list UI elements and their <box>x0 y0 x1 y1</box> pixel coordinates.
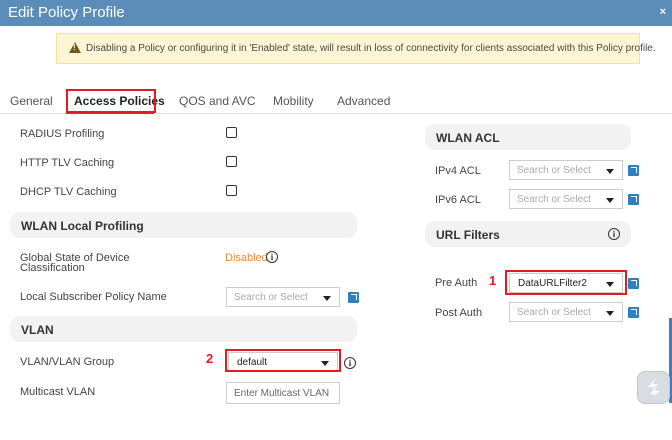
local-subscriber-edit-icon[interactable] <box>348 292 359 303</box>
tab-qos-and-avc[interactable]: QOS and AVC <box>179 94 255 108</box>
pre-auth-label: Pre Auth <box>435 277 478 289</box>
vlan-section-title: VLAN <box>21 323 54 337</box>
pre-auth-highlight <box>505 270 627 295</box>
dhcp-tlv-caching-label: DHCP TLV Caching <box>20 186 117 198</box>
local-subscriber-policy-placeholder: Search or Select <box>234 292 308 303</box>
global-state-label-line2: Classification <box>20 262 85 274</box>
url-filters-title: URL Filters <box>436 228 500 242</box>
warning-message: Disabling a Policy or configuring it in … <box>86 43 656 54</box>
window-title: Edit Policy Profile <box>8 4 125 21</box>
vlan-group-label: VLAN/VLAN Group <box>20 356 115 368</box>
floating-action-button[interactable] <box>637 371 670 404</box>
chevron-down-icon <box>606 311 614 316</box>
ipv4-acl-edit-icon[interactable] <box>628 165 639 176</box>
ipv4-acl-placeholder: Search or Select <box>517 165 591 176</box>
url-filters-section: URL Filters i <box>425 221 631 247</box>
tab-general[interactable]: General <box>10 94 53 108</box>
local-subscriber-policy-select[interactable]: Search or Select <box>226 287 340 307</box>
chevron-down-icon <box>606 198 614 203</box>
chevron-down-icon <box>323 296 331 301</box>
ipv4-acl-select[interactable]: Search or Select <box>509 160 623 180</box>
post-auth-select[interactable]: Search or Select <box>509 302 623 322</box>
tab-advanced[interactable]: Advanced <box>337 94 390 108</box>
multicast-vlan-label: Multicast VLAN <box>20 386 96 398</box>
wlan-local-profiling-section: WLAN Local Profiling <box>10 212 357 238</box>
wlan-acl-section: WLAN ACL <box>425 124 631 150</box>
post-auth-placeholder: Search or Select <box>517 307 591 318</box>
warning-banner: Disabling a Policy or configuring it in … <box>56 33 656 64</box>
annotation-number-1: 1 <box>489 273 497 288</box>
annotation-number-2: 2 <box>206 351 214 366</box>
window-titlebar: Edit Policy Profile × <box>0 0 672 26</box>
ipv6-acl-edit-icon[interactable] <box>628 194 639 205</box>
warning-icon <box>69 42 81 53</box>
wlan-local-profiling-title: WLAN Local Profiling <box>21 219 144 233</box>
ipv4-acl-label: IPv4 ACL <box>435 165 481 177</box>
access-policies-highlight <box>66 89 156 113</box>
radius-profiling-checkbox[interactable] <box>226 127 237 138</box>
wlan-acl-title: WLAN ACL <box>436 131 500 145</box>
layers-icon <box>648 379 660 397</box>
global-state-value: Disabled <box>225 252 268 264</box>
radius-profiling-label: RADIUS Profiling <box>20 128 105 140</box>
ipv6-acl-label: IPv6 ACL <box>435 194 481 206</box>
url-filters-info-icon[interactable]: i <box>608 228 620 240</box>
chevron-down-icon <box>606 169 614 174</box>
pre-auth-edit-icon[interactable] <box>628 278 639 289</box>
vlan-group-info-icon[interactable]: i <box>344 357 356 369</box>
close-icon[interactable]: × <box>660 6 666 18</box>
vlan-group-highlight <box>225 349 341 372</box>
multicast-vlan-placeholder: Enter Multicast VLAN <box>234 388 330 399</box>
ipv6-acl-select[interactable]: Search or Select <box>509 189 623 209</box>
global-state-info-icon[interactable]: i <box>266 251 278 263</box>
local-subscriber-policy-label: Local Subscriber Policy Name <box>20 291 167 303</box>
post-auth-edit-icon[interactable] <box>628 307 639 318</box>
multicast-vlan-input[interactable]: Enter Multicast VLAN <box>226 382 340 404</box>
vlan-section: VLAN <box>10 316 357 342</box>
tab-mobility[interactable]: Mobility <box>273 94 314 108</box>
post-auth-label: Post Auth <box>435 307 483 319</box>
ipv6-acl-placeholder: Search or Select <box>517 194 591 205</box>
http-tlv-caching-checkbox[interactable] <box>226 156 237 167</box>
dhcp-tlv-caching-checkbox[interactable] <box>226 185 237 196</box>
http-tlv-caching-label: HTTP TLV Caching <box>20 157 115 169</box>
